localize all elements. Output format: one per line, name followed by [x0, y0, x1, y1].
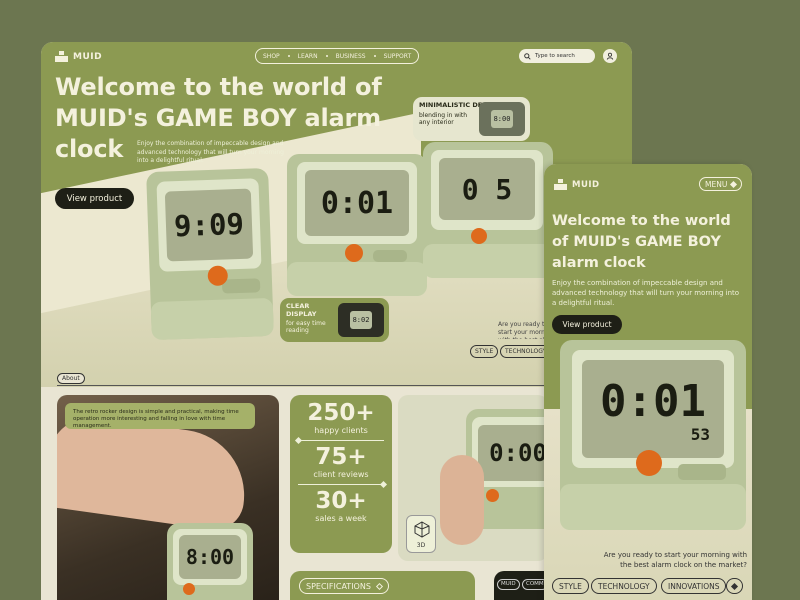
- cube-3d-icon[interactable]: 3D: [406, 515, 436, 553]
- brand-logo[interactable]: MUID: [554, 179, 600, 190]
- joystick-knob: [486, 489, 499, 502]
- tag-style[interactable]: STYLE: [552, 578, 589, 594]
- stat-divider: [298, 480, 388, 489]
- clock-screen: 9:09: [164, 188, 254, 262]
- clock-screen: 0:00: [478, 425, 548, 481]
- alarm-clock-product: 9:09: [146, 167, 274, 341]
- stat-value: 75+: [315, 444, 367, 470]
- menu-label: MENU: [705, 179, 728, 189]
- diamond-icon: [730, 180, 738, 188]
- view-product-button[interactable]: View product: [55, 188, 134, 209]
- alarm-clock-product: 8:00: [167, 523, 253, 600]
- clock-base: [150, 297, 274, 341]
- clock-base: [287, 262, 427, 296]
- search-icon: [524, 52, 531, 60]
- hero-intro: Enjoy the combination of impeccable desi…: [137, 140, 284, 164]
- lifestyle-photo: The retro rocker design is simple and pr…: [57, 395, 279, 600]
- brand-logo[interactable]: MUID: [55, 51, 102, 62]
- stat-client-reviews: 75+ client reviews: [290, 445, 392, 480]
- clock-screen: 0:01: [305, 170, 409, 236]
- nav-support[interactable]: SUPPORT: [384, 53, 412, 60]
- tag-style[interactable]: STYLE: [470, 345, 499, 358]
- badge-3d-label: 3D: [416, 542, 426, 549]
- clock-base: [560, 484, 746, 530]
- nav-business[interactable]: BUSINESS: [336, 53, 366, 60]
- feature-card-clear-display: CLEAR DISPLAY for easy time reading 8:02: [280, 298, 389, 342]
- card-text: blending in with any interior: [419, 111, 468, 126]
- mobile-question: Are you ready to start your morning with…: [603, 551, 747, 569]
- nav-shop[interactable]: SHOP: [263, 53, 280, 60]
- card-thumbnail: 8:00: [479, 102, 525, 136]
- quote-bubble: The retro rocker design is simple and pr…: [65, 403, 255, 429]
- nav-separator: [373, 55, 376, 57]
- brand-name: MUID: [73, 51, 103, 62]
- card-text: for easy time reading: [286, 320, 326, 334]
- section-label-about: About: [57, 373, 85, 384]
- mobile-headline: Welcome to the world of MUID's GAME BOY …: [552, 213, 731, 271]
- card-thumbnail: 8:02: [338, 303, 384, 337]
- brand-name: MUID: [572, 179, 600, 190]
- card-title: CLEAR DISPLAY: [286, 302, 317, 318]
- stat-sales: 30+ sales a week: [290, 489, 392, 524]
- logo-icon: [55, 51, 68, 62]
- section-divider: [57, 385, 617, 386]
- menu-button[interactable]: MENU: [699, 177, 743, 191]
- stat-divider: [294, 436, 384, 445]
- product-in-hand-photo: 0:00 3D: [398, 395, 548, 561]
- diamond-icon: [730, 582, 739, 590]
- mobile-intro: Enjoy the combination of impeccable desi…: [552, 279, 740, 307]
- specifications-label: SPECIFICATIONS: [306, 581, 371, 591]
- stat-label: happy clients: [314, 426, 368, 435]
- clock-button: [221, 278, 261, 294]
- alarm-clock-product: 0:01 53: [560, 340, 746, 530]
- feature-card-minimalistic: MINIMALISTIC DESIGN blending in with any…: [413, 97, 530, 141]
- more-tags-button[interactable]: [726, 578, 743, 594]
- nav-learn[interactable]: LEARN: [298, 53, 318, 60]
- mobile-page: MUID MENU Welcome to the world of MUID's…: [544, 164, 752, 600]
- search-placeholder: Type to search: [535, 53, 575, 59]
- clock-time: 0:01: [320, 185, 394, 221]
- user-icon[interactable]: [603, 49, 617, 63]
- stat-value: 250+: [307, 400, 375, 426]
- clock-button: [678, 464, 726, 480]
- main-nav: SHOP LEARN BUSINESS SUPPORT: [255, 48, 420, 64]
- joystick-knob: [636, 450, 662, 476]
- specifications-panel: SPECIFICATIONS: [290, 571, 475, 600]
- thumbnail-clock: 8:02: [350, 311, 372, 329]
- clock-screen: 0:01 53: [582, 360, 724, 458]
- alarm-clock-product: 0:01: [287, 154, 427, 296]
- specifications-button[interactable]: SPECIFICATIONS: [299, 578, 389, 594]
- clock-button: [373, 250, 407, 262]
- stat-value: 30+: [315, 488, 367, 514]
- thumbnail-clock: 8:00: [491, 110, 513, 128]
- stat-happy-clients: 250+ happy clients: [290, 395, 392, 436]
- clock-screen: 8:00: [179, 535, 241, 579]
- joystick-knob: [345, 244, 363, 262]
- mobile-clock-time: 0:01: [600, 375, 706, 427]
- stat-label: sales a week: [315, 514, 367, 523]
- hand-illustration: [440, 455, 484, 545]
- joystick-knob: [183, 583, 195, 595]
- mobile-clock-seconds: 53: [690, 424, 710, 444]
- nav-separator: [325, 55, 328, 57]
- mobile-view-product-button[interactable]: View product: [552, 315, 622, 334]
- joystick-knob: [471, 228, 487, 244]
- diamond-icon: [375, 582, 383, 590]
- tag-muid[interactable]: MUID: [497, 579, 520, 590]
- logo-icon: [554, 179, 567, 190]
- alarm-clock-product: 0 5: [423, 142, 553, 278]
- clock-base: [423, 244, 553, 278]
- tag-innovations[interactable]: INNOVATIONS: [661, 578, 727, 594]
- tag-technology[interactable]: TECHNOLOGY: [591, 578, 657, 594]
- search-input[interactable]: Type to search: [519, 49, 595, 63]
- stats-panel: 250+ happy clients 75+ client reviews 30…: [290, 395, 392, 553]
- stat-label: client reviews: [313, 470, 369, 479]
- nav-separator: [287, 55, 290, 57]
- clock-screen: 0 5: [439, 158, 535, 220]
